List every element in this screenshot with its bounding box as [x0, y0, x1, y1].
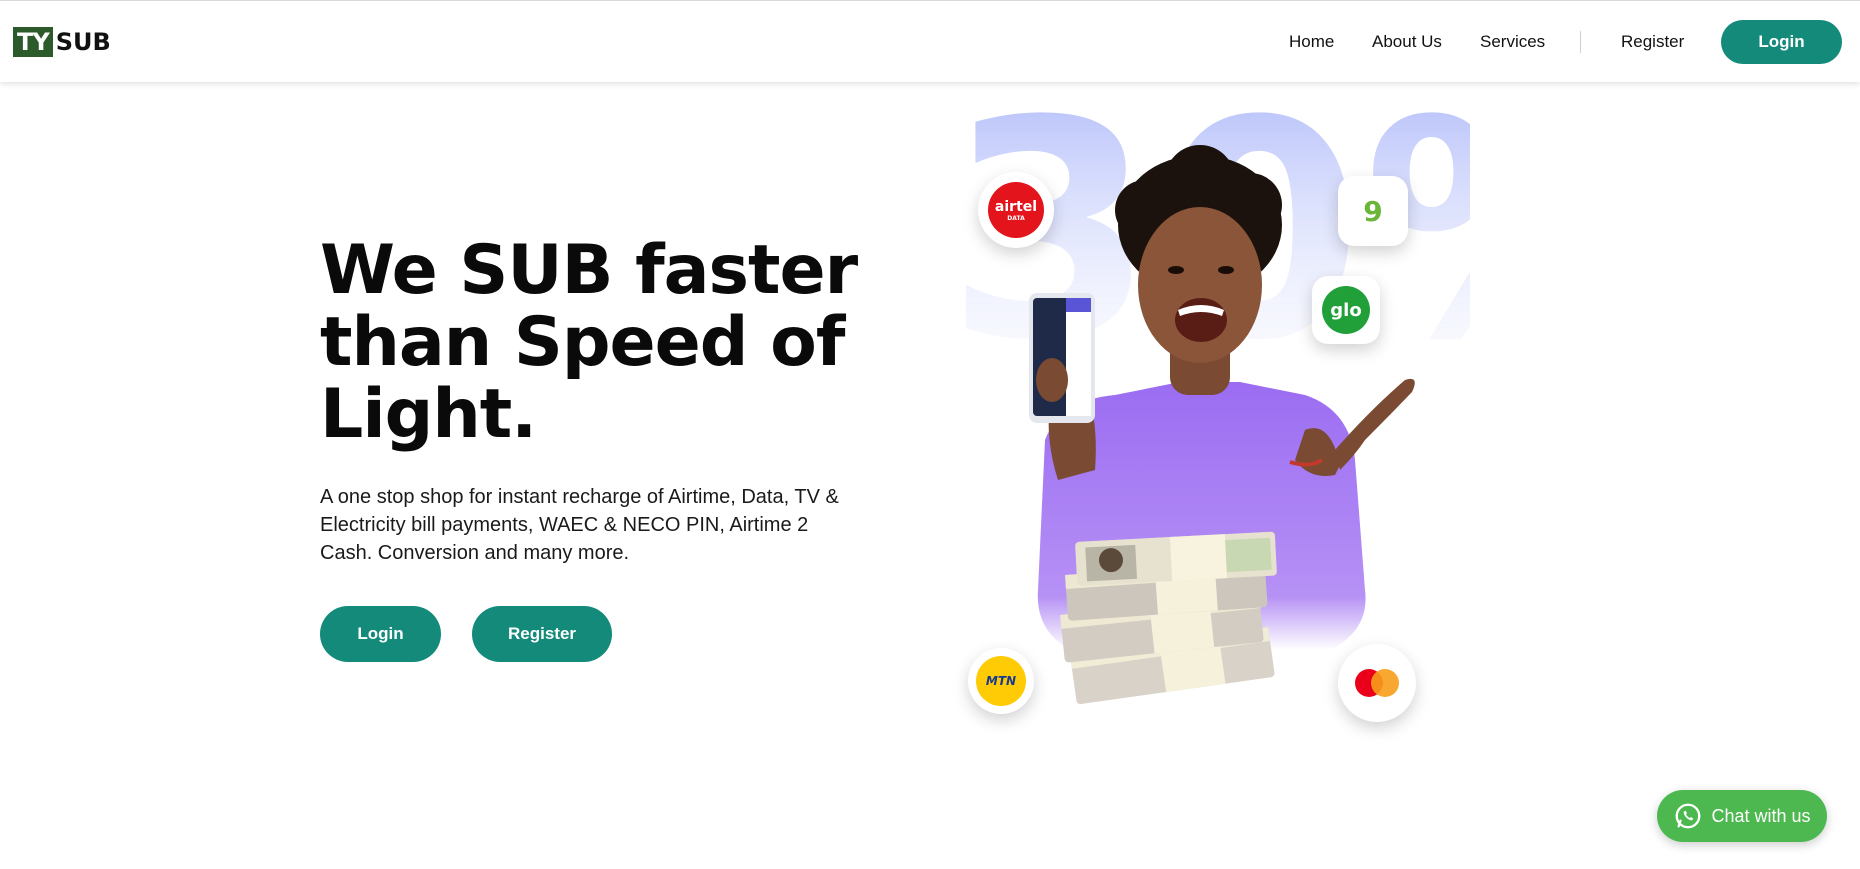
airtel-logo-icon: airtel DATA: [988, 182, 1044, 238]
cash-stacks: [1060, 531, 1277, 704]
mtn-badge: MTN: [968, 648, 1034, 714]
hero-title-highlight: Light.: [320, 375, 537, 454]
logo-mark: TY: [13, 27, 53, 57]
glo-logo-icon: glo: [1322, 286, 1370, 334]
nav-login-button[interactable]: Login: [1721, 20, 1842, 64]
logo-text: SUB: [55, 28, 111, 56]
chat-label: Chat with us: [1711, 805, 1811, 826]
nav-about-link[interactable]: About Us: [1372, 32, 1462, 52]
phone-graphic: [1029, 293, 1095, 423]
hero-title-line-2: than Speed of: [320, 303, 845, 382]
9mobile-badge: 9: [1338, 176, 1408, 246]
mastercard-logo-icon: [1355, 669, 1399, 697]
site-logo[interactable]: TY SUB: [13, 27, 111, 57]
nav-services-link[interactable]: Services: [1480, 32, 1560, 52]
nav-home-link[interactable]: Home: [1289, 32, 1334, 52]
hero-description: A one stop shop for instant recharge of …: [320, 486, 839, 564]
whatsapp-chat-button[interactable]: Chat with us: [1657, 790, 1827, 842]
hero-register-button[interactable]: Register: [472, 606, 612, 662]
hero-illustration: 30%: [950, 110, 1470, 760]
mtn-logo-icon: MTN: [976, 656, 1026, 706]
whatsapp-icon: [1676, 803, 1701, 829]
hero-login-button[interactable]: Login: [320, 606, 441, 662]
hero-title: We SUB faster than Speed of Light.: [320, 235, 880, 451]
navbar: TY SUB Home About Us Services Register L…: [0, 0, 1860, 82]
nav-register-link[interactable]: Register: [1621, 32, 1701, 52]
glo-badge: glo: [1312, 276, 1380, 344]
9mobile-logo-icon: 9: [1363, 194, 1383, 228]
airtel-badge: airtel DATA: [978, 172, 1054, 248]
hero-title-line-1: We SUB faster: [320, 231, 858, 310]
nav-divider: [1580, 31, 1581, 53]
mastercard-badge: [1338, 644, 1416, 722]
